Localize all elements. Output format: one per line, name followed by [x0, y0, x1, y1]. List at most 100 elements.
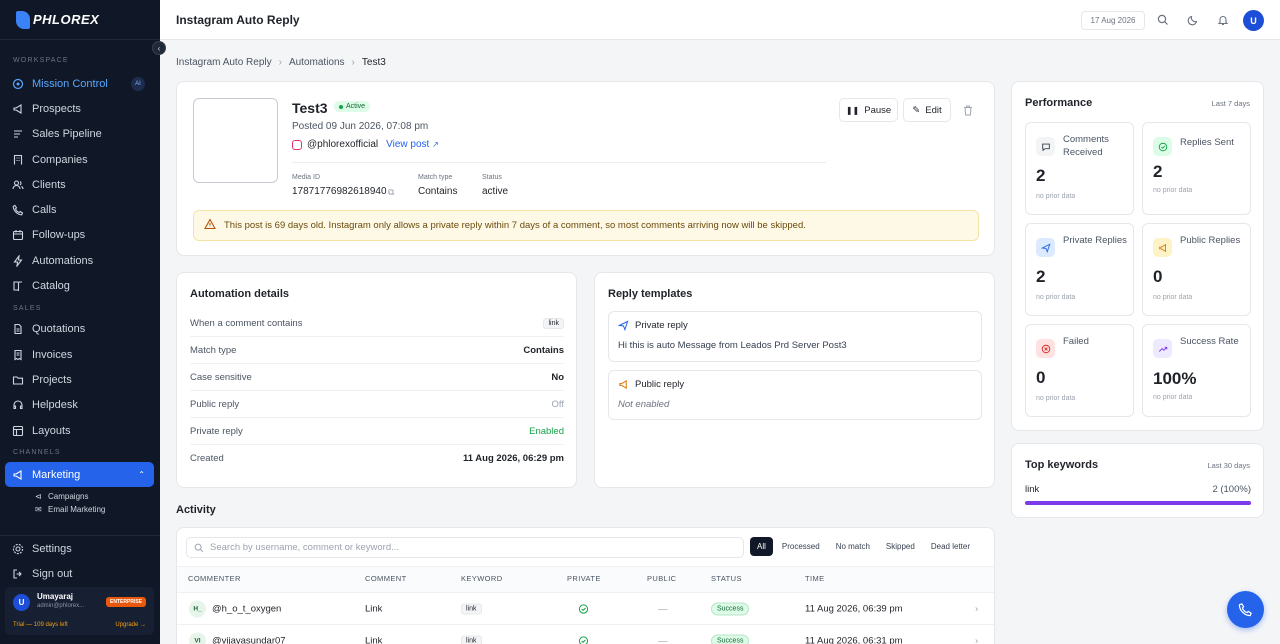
- sidebar-item-sales-pipeline[interactable]: Sales Pipeline: [0, 122, 160, 147]
- activity-filters: All Processed No match Skipped Dead lett…: [750, 537, 977, 556]
- top-keywords-card: Top keywords Last 30 days link 2 (100%): [1011, 443, 1264, 518]
- column-header: COMMENTER: [188, 574, 241, 583]
- bell-icon[interactable]: [1217, 14, 1229, 26]
- keyword-count: 2 (100%): [1212, 484, 1251, 495]
- sidebar-item-automations[interactable]: Automations: [0, 248, 160, 273]
- mail-icon: ✉: [35, 505, 42, 515]
- sidebar-item-mission-control[interactable]: Mission Control AI: [0, 71, 160, 96]
- public-reply-template: Public reply Not enabled: [608, 370, 982, 420]
- timestamp: 11 Aug 2026, 06:31 pm: [805, 635, 903, 644]
- comment-text: Link: [365, 603, 383, 614]
- reply-templates-card: Reply templates Private reply Hi this is…: [594, 272, 995, 488]
- call-fab-button[interactable]: [1227, 591, 1264, 628]
- stat-value: 2: [1036, 267, 1046, 286]
- range-label: Last 30 days: [1207, 461, 1250, 470]
- sidebar-item-quotations[interactable]: Quotations: [0, 317, 160, 342]
- sidebar-item-label: Invoices: [32, 348, 73, 361]
- megaphone-icon: [1153, 238, 1172, 257]
- handle-text: @phlorexofficial: [307, 139, 379, 150]
- moon-icon[interactable]: [1187, 14, 1199, 26]
- avatar: H_: [189, 600, 206, 617]
- keyword-chip: link: [461, 603, 482, 614]
- breadcrumb-link[interactable]: Automations: [289, 57, 345, 68]
- stat-note: no prior data: [1036, 395, 1076, 402]
- stat-label: Public Replies: [1180, 235, 1241, 246]
- view-post-link[interactable]: View post ↗: [386, 139, 439, 150]
- user-card[interactable]: U Umayaraj admin@phlorex... ENTERPRISE T…: [5, 587, 154, 635]
- date-display[interactable]: 17 Aug 2026: [1081, 11, 1145, 30]
- sidebar-item-signout[interactable]: Sign out: [0, 561, 160, 586]
- sidebar-item-helpdesk[interactable]: Helpdesk: [0, 393, 160, 418]
- sidebar-item-layouts[interactable]: Layouts: [0, 418, 160, 443]
- phone-icon: [12, 204, 24, 216]
- filter-dead-letter[interactable]: Dead letter: [924, 537, 977, 556]
- sidebar-subitem-email-marketing[interactable]: ✉ Email Marketing: [0, 505, 160, 514]
- status-badge: Active: [334, 101, 371, 112]
- chevron-right-icon: ›: [975, 635, 979, 644]
- sidebar-item-label: Calls: [32, 204, 57, 217]
- filter-no-match[interactable]: No match: [829, 537, 877, 556]
- sidebar-item-calls[interactable]: Calls: [0, 197, 160, 222]
- table-row[interactable]: VI @vijayasundar07 Link link — Success 1…: [177, 625, 994, 644]
- filter-skipped[interactable]: Skipped: [879, 537, 922, 556]
- trial-text: Trial — 109 days left: [13, 622, 68, 628]
- public-reply-value: —: [658, 603, 668, 614]
- sidebar-item-projects[interactable]: Projects: [0, 367, 160, 392]
- breadcrumb-link[interactable]: Instagram Auto Reply: [176, 57, 272, 68]
- collapse-sidebar-button[interactable]: ‹: [152, 41, 166, 55]
- brand-logo[interactable]: PHLOREX: [0, 0, 160, 40]
- stat-value: 2: [1036, 166, 1046, 185]
- column-header: TIME: [805, 574, 825, 583]
- stat-value: 2: [1153, 162, 1163, 181]
- status-badge: Success: [711, 602, 750, 615]
- megaphone-icon: [619, 379, 627, 390]
- chevron-right-icon: ›: [351, 57, 355, 68]
- upgrade-link[interactable]: Upgrade →: [115, 622, 146, 628]
- card-title: Performance: [1025, 97, 1093, 109]
- section-label-channels: CHANNELS: [13, 449, 61, 457]
- check-circle-icon: [1153, 137, 1172, 156]
- post-card: Test3 Active Posted 09 Jun 2026, 07:08 p…: [176, 81, 995, 256]
- match-type-label: Match type: [418, 174, 453, 181]
- sidebar-item-catalog[interactable]: Catalog: [0, 273, 160, 298]
- target-icon: [12, 78, 24, 90]
- edit-button[interactable]: ✎ Edit: [903, 98, 951, 122]
- comment-text: Link: [365, 635, 383, 644]
- table-row[interactable]: H_ @h_o_t_oxygen Link link — Success 11 …: [177, 593, 994, 625]
- copy-icon[interactable]: ⧉: [388, 187, 394, 198]
- stat-card: Failed 0 no prior data: [1025, 324, 1134, 417]
- sidebar-item-prospects[interactable]: Prospects: [0, 96, 160, 121]
- search-input[interactable]: Search by username, comment or keyword..…: [186, 537, 744, 558]
- filter-processed[interactable]: Processed: [775, 537, 827, 556]
- sidebar-item-marketing[interactable]: Marketing ⌃: [5, 462, 154, 488]
- sidebar-item-label: Sales Pipeline: [32, 128, 102, 141]
- sidebar-item-follow-ups[interactable]: Follow-ups: [0, 223, 160, 248]
- commenter-username: @vijayasundar07: [212, 635, 286, 644]
- check-circle-icon: [578, 603, 589, 614]
- filter-all[interactable]: All: [750, 537, 773, 556]
- status-label: Status: [482, 174, 502, 181]
- search-icon[interactable]: [1157, 14, 1169, 26]
- detail-key: Public reply: [190, 398, 240, 410]
- warning-icon: [204, 218, 216, 233]
- pause-button[interactable]: ❚❚ Pause: [839, 98, 898, 122]
- sidebar-subitem-campaigns[interactable]: ⊲ Campaigns: [0, 487, 160, 505]
- post-thumbnail[interactable]: [193, 98, 278, 183]
- sidebar-item-clients[interactable]: Clients: [0, 172, 160, 197]
- avatar[interactable]: U: [1243, 10, 1264, 31]
- sidebar-item-companies[interactable]: Companies: [0, 147, 160, 172]
- topbar: Instagram Auto Reply 17 Aug 2026 U: [160, 0, 1280, 40]
- trash-icon[interactable]: [963, 105, 973, 116]
- performance-card: Performance Last 7 days Comments Receive…: [1011, 81, 1264, 431]
- comment-icon: [1036, 137, 1055, 156]
- detail-key: Case sensitive: [190, 371, 252, 383]
- sidebar-item-invoices[interactable]: Invoices: [0, 342, 160, 367]
- chevron-right-icon: ›: [278, 57, 282, 68]
- stat-note: no prior data: [1036, 294, 1076, 301]
- sidebar-item-label: Catalog: [32, 280, 70, 293]
- stat-card: Private Replies 2 no prior data: [1025, 223, 1134, 316]
- sidebar-item-label: Helpdesk: [32, 399, 78, 412]
- sidebar-item-settings[interactable]: Settings: [0, 536, 160, 561]
- detail-value: Off: [551, 398, 565, 410]
- sidebar-item-label: Settings: [32, 542, 72, 555]
